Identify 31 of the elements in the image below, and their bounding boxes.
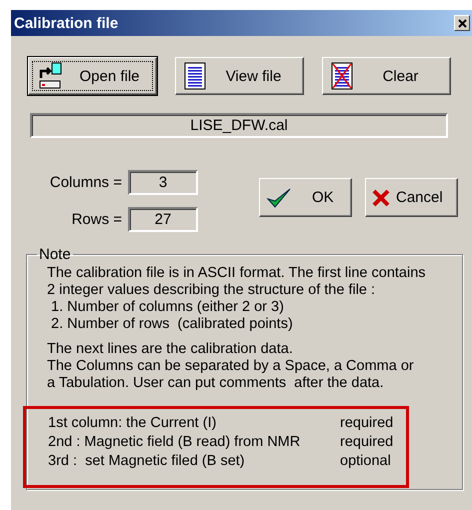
cancel-button[interactable]: Cancel xyxy=(365,178,458,217)
group-title: Note xyxy=(38,246,72,263)
open-file-button[interactable]: Open file xyxy=(28,57,157,95)
ok-button[interactable]: OK xyxy=(259,178,352,217)
column-status: optional xyxy=(340,452,391,471)
column-description: 2nd : Magnetic field (B read) from NMR xyxy=(48,433,302,452)
cross-icon xyxy=(372,188,390,206)
note-text: 1. Number of columns (either 2 or 3) xyxy=(50,299,285,316)
column-description: 1st column: the Current (I) xyxy=(48,414,218,433)
document-icon xyxy=(184,62,206,90)
window-title: Calibration file xyxy=(14,14,118,32)
column-status: required xyxy=(340,433,394,452)
column-status: required xyxy=(340,414,394,433)
checkmark-icon xyxy=(266,186,292,208)
note-text: The next lines are the calibration data. xyxy=(47,341,294,358)
field-label: Columns = xyxy=(50,174,122,191)
note-text: 2. Number of rows (calibrated points) xyxy=(50,316,294,333)
file-name-field[interactable]: LISE_DFW.cal xyxy=(30,113,448,138)
view-file-button[interactable]: View file xyxy=(175,57,304,95)
close-button[interactable] xyxy=(454,15,470,31)
note-text: a Tabulation. User can put comments after the data. xyxy=(47,375,385,392)
close-icon xyxy=(458,18,466,28)
value-field[interactable]: 3 xyxy=(128,170,198,195)
clear-button[interactable]: Clear xyxy=(322,57,451,95)
note-text: The calibration file is in ASCII format. The first line contains xyxy=(47,265,427,282)
field-label: Rows = xyxy=(72,211,122,228)
note-text: The Columns can be separated by a Space, a Comma or xyxy=(47,358,415,375)
deleted-document-icon xyxy=(331,62,353,90)
value-field[interactable]: 27 xyxy=(128,207,198,232)
note-text: 2 integer values describing the structure of the file : xyxy=(47,282,376,299)
column-description: 3rd : set Magnetic filed (B set) xyxy=(48,452,246,471)
